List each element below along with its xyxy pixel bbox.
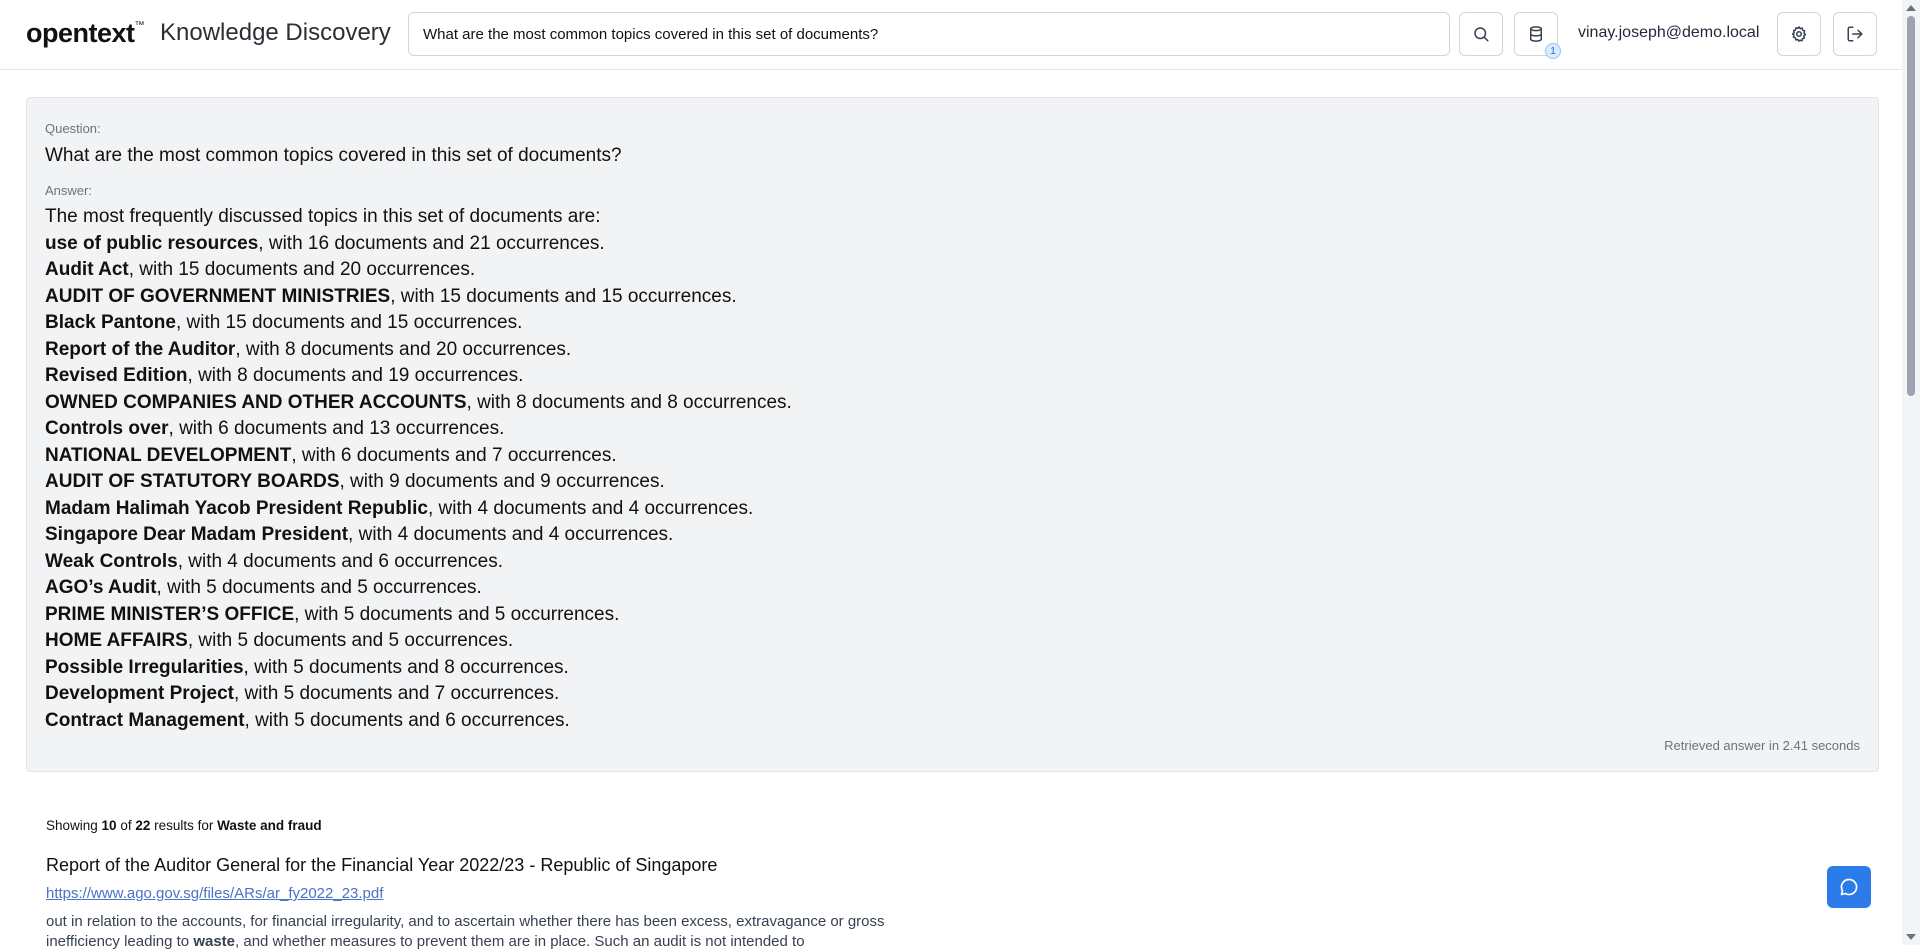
top-bar: opentext™ Knowledge Discovery 1 vinay.jo… — [0, 0, 1902, 70]
topic-detail: , with 5 documents and 6 occurrences. — [244, 709, 570, 731]
search-input[interactable] — [408, 12, 1450, 56]
topic-detail: , with 8 documents and 20 occurrences. — [235, 338, 572, 360]
topic-detail: , with 6 documents and 13 occurrences. — [168, 418, 505, 439]
scroll-up-arrow[interactable] — [1906, 5, 1916, 11]
topic-detail: , with 8 documents and 19 occurrences. — [187, 365, 524, 386]
topic-item: AGO’s Audit, with 5 documents and 5 occu… — [45, 575, 792, 602]
topic-item: Black Pantone, with 15 documents and 15 … — [45, 310, 792, 337]
result-title[interactable]: Report of the Auditor General for the Fi… — [46, 855, 717, 876]
topic-term: AUDIT OF STATUTORY BOARDS — [45, 471, 340, 492]
results-summary: Showing 10 of 22 results for Waste and f… — [46, 818, 322, 833]
topic-detail: , with 15 documents and 20 occurrences. — [128, 259, 476, 280]
topic-item: Possible Irregularities, with 5 document… — [45, 655, 792, 682]
scroll-thumb[interactable] — [1907, 16, 1915, 396]
topic-detail: , with 9 documents and 9 occurrences. — [339, 471, 665, 492]
data-source-count-badge: 1 — [1545, 43, 1561, 59]
topic-detail: , with 4 documents and 4 occurrences. — [348, 524, 674, 545]
topic-term: Controls over — [45, 418, 169, 439]
topic-item: Revised Edition, with 8 documents and 19… — [45, 363, 792, 390]
topic-item: Singapore Dear Madam President, with 4 d… — [45, 522, 792, 549]
topic-detail: , with 4 documents and 6 occurrences. — [177, 550, 503, 572]
topic-term: AUDIT OF GOVERNMENT MINISTRIES — [45, 285, 391, 307]
topic-item: Development Project, with 5 documents an… — [45, 681, 792, 708]
topic-term: NATIONAL DEVELOPMENT — [45, 444, 292, 466]
topic-item: use of public resources, with 16 documen… — [45, 231, 792, 258]
topic-term: Contract Management — [45, 709, 245, 731]
topic-detail: , with 4 documents and 4 occurrences. — [427, 497, 754, 519]
topic-term: Black Pantone — [45, 312, 176, 333]
topic-item: Contract Management, with 5 documents an… — [45, 708, 792, 735]
topic-item: Report of the Auditor, with 8 documents … — [45, 337, 792, 364]
topic-term: Development Project — [45, 683, 234, 704]
topic-item: PRIME MINISTER’S OFFICE, with 5 document… — [45, 602, 792, 629]
user-email[interactable]: vinay.joseph@demo.local — [1578, 24, 1759, 42]
topic-detail: , with 5 documents and 5 occurrences. — [156, 577, 482, 598]
topic-term: Possible Irregularities — [45, 656, 244, 678]
topic-term: Revised Edition — [45, 365, 188, 386]
gear-icon — [1791, 26, 1807, 42]
retrieval-time: Retrieved answer in 2.41 seconds — [1664, 738, 1860, 753]
search-button[interactable] — [1459, 12, 1503, 56]
topic-detail: , with 5 documents and 5 occurrences. — [187, 630, 514, 651]
topic-detail: , with 8 documents and 8 occurrences. — [466, 391, 792, 413]
scroll-down-arrow[interactable] — [1906, 934, 1916, 940]
opentext-logo[interactable]: opentext™ — [26, 18, 144, 49]
app-title: Knowledge Discovery — [160, 19, 391, 46]
topic-item: AUDIT OF STATUTORY BOARDS, with 9 docume… — [45, 469, 792, 496]
topic-item: OWNED COMPANIES AND OTHER ACCOUNTS, with… — [45, 390, 792, 417]
topic-item: Weak Controls, with 4 documents and 6 oc… — [45, 549, 792, 576]
search-icon — [1474, 27, 1489, 42]
topic-term: PRIME MINISTER’S OFFICE — [45, 603, 295, 625]
topic-detail: , with 15 documents and 15 occurrences. — [175, 312, 523, 333]
result-snippet: out in relation to the accounts, for fin… — [46, 913, 885, 950]
topic-detail: , with 5 documents and 5 occurrences. — [294, 603, 620, 625]
topic-detail: , with 16 documents and 21 occurrences. — [258, 232, 605, 254]
answer-text: The most frequently discussed topics in … — [45, 204, 792, 734]
topic-list: use of public resources, with 16 documen… — [45, 231, 792, 735]
question-text: What are the most common topics covered … — [45, 145, 622, 166]
topic-term: HOME AFFAIRS — [45, 630, 188, 651]
topic-detail: , with 5 documents and 7 occurrences. — [234, 683, 560, 704]
topic-item: Audit Act, with 15 documents and 20 occu… — [45, 257, 792, 284]
result-url-link[interactable]: https://www.ago.gov.sg/files/ARs/ar_fy20… — [46, 885, 383, 902]
topic-detail: , with 15 documents and 15 occurrences. — [390, 285, 737, 307]
answer-label: Answer: — [45, 183, 92, 198]
topic-term: Singapore Dear Madam President — [45, 524, 349, 545]
page-scrollbar[interactable] — [1902, 0, 1920, 945]
topic-term: use of public resources — [45, 232, 259, 254]
topic-detail: , with 5 documents and 8 occurrences. — [243, 656, 569, 678]
answer-intro: The most frequently discussed topics in … — [45, 206, 601, 227]
question-label: Question: — [45, 121, 101, 136]
chat-button[interactable] — [1827, 866, 1871, 908]
topic-term: Madam Halimah Yacob President Republic — [45, 497, 428, 519]
topic-detail: , with 6 documents and 7 occurrences. — [291, 444, 617, 466]
topic-term: Report of the Auditor — [45, 338, 236, 360]
logout-icon — [1847, 26, 1863, 42]
answer-card: Question: What are the most common topic… — [26, 97, 1879, 772]
settings-button[interactable] — [1777, 12, 1821, 56]
topic-term: OWNED COMPANIES AND OTHER ACCOUNTS — [45, 391, 467, 413]
topic-item: NATIONAL DEVELOPMENT, with 6 documents a… — [45, 443, 792, 470]
topic-item: Controls over, with 6 documents and 13 o… — [45, 416, 792, 443]
topic-item: HOME AFFAIRS, with 5 documents and 5 occ… — [45, 628, 792, 655]
topic-item: Madam Halimah Yacob President Republic, … — [45, 496, 792, 523]
topic-term: Audit Act — [45, 259, 129, 280]
chat-icon — [1840, 878, 1858, 896]
topic-term: Weak Controls — [45, 550, 178, 572]
topic-term: AGO’s Audit — [45, 577, 157, 598]
topic-item: AUDIT OF GOVERNMENT MINISTRIES, with 15 … — [45, 284, 792, 311]
database-icon — [1530, 26, 1542, 42]
logout-button[interactable] — [1833, 12, 1877, 56]
